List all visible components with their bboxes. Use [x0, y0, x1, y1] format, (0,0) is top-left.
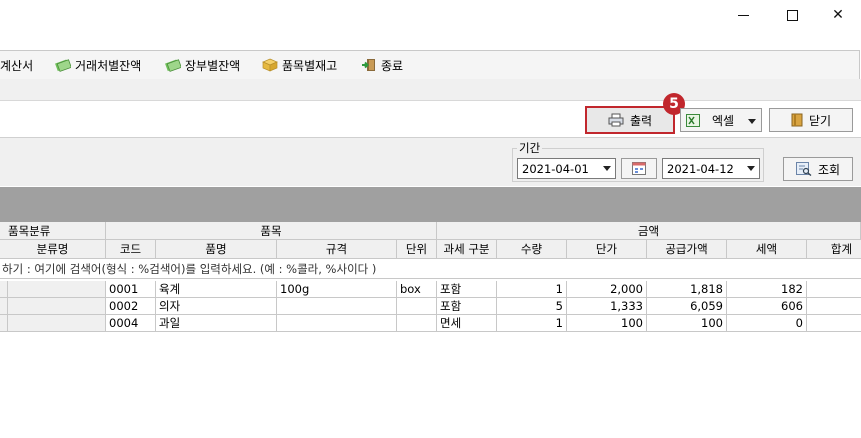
column-header-spec[interactable]: 규격 [277, 240, 397, 259]
menu-item-ledger-balance[interactable]: 장부별잔액 [165, 51, 240, 79]
filter-hint: 하기 : 여기에 검색어(형식 : %검색어)를 입력하세요. (예 : %콜라… [2, 261, 377, 276]
menu-spacer [0, 79, 861, 101]
cell-total[interactable] [807, 315, 861, 332]
cell-tax[interactable]: 면세 [437, 315, 497, 332]
cell-qty[interactable]: 1 [497, 315, 567, 332]
money-icon [55, 59, 71, 72]
column-header-category-name[interactable]: 분류명 [0, 240, 106, 259]
excel-button[interactable]: 엑셀 [680, 108, 762, 132]
minimize-button[interactable] [720, 0, 766, 30]
cell-name[interactable]: 과일 [156, 315, 277, 332]
header-item-group: 품목 [106, 222, 437, 240]
cell-qty[interactable]: 5 [497, 298, 567, 315]
cell-supply[interactable]: 1,818 [647, 281, 727, 298]
column-header-supply[interactable]: 공급가액 [647, 240, 727, 259]
column-header-unit[interactable]: 단위 [397, 240, 437, 259]
menu-item-item-stock[interactable]: 품목별재고 [262, 51, 337, 79]
cell-price[interactable]: 2,000 [567, 281, 647, 298]
chevron-down-icon [747, 166, 755, 171]
cell-price[interactable]: 1,333 [567, 298, 647, 315]
cell-category[interactable] [8, 281, 106, 298]
menu-bar: 계산서 거래처별잔액 장부별잔액 품목별재고 종료 [0, 50, 860, 80]
chevron-down-icon [603, 166, 611, 171]
cell-spec[interactable] [277, 298, 397, 315]
cell-code[interactable]: 0004 [106, 315, 156, 332]
menu-item-client-balance[interactable]: 거래처별잔액 [55, 51, 141, 79]
menu-item-invoice[interactable]: 계산서 [0, 51, 33, 79]
cell-code[interactable]: 0002 [106, 298, 156, 315]
cell-name[interactable]: 육계 [156, 281, 277, 298]
calendar-button[interactable] [621, 158, 657, 179]
cell-vat[interactable]: 0 [727, 315, 807, 332]
cell-supply[interactable]: 100 [647, 315, 727, 332]
cell-price[interactable]: 100 [567, 315, 647, 332]
cell-qty[interactable]: 1 [497, 281, 567, 298]
period-label: 기간 [517, 140, 543, 156]
cell-name[interactable]: 의자 [156, 298, 277, 315]
chevron-down-icon [748, 119, 756, 124]
end-date-select[interactable]: 2021-04-12 [662, 158, 760, 179]
close-window-button[interactable]: ✕ [815, 0, 861, 30]
cell-total[interactable] [807, 281, 861, 298]
column-header-name[interactable]: 품명 [156, 240, 277, 259]
cell-vat[interactable]: 182 [727, 281, 807, 298]
search-button[interactable]: 조회 [783, 157, 853, 181]
money-icon [165, 59, 181, 72]
box-icon [262, 58, 278, 72]
minimize-icon [737, 14, 749, 16]
column-header-qty[interactable]: 수량 [497, 240, 567, 259]
exit-icon [362, 59, 375, 71]
cell-total[interactable] [807, 298, 861, 315]
printer-icon [608, 113, 624, 127]
search-icon [795, 162, 812, 176]
column-header-price[interactable]: 단가 [567, 240, 647, 259]
start-date-select[interactable]: 2021-04-01 [517, 158, 616, 179]
cell-unit[interactable] [397, 298, 437, 315]
table-row[interactable]: 0002 의자 포함 5 1,333 6,059 606 [0, 298, 861, 315]
header-category-group: 품목분류 [0, 222, 106, 240]
table-row[interactable]: 0004 과일 면세 1 100 100 0 [0, 315, 861, 332]
row-indicator[interactable] [0, 315, 8, 332]
cell-tax[interactable]: 포함 [437, 298, 497, 315]
calendar-icon [632, 162, 646, 175]
header-amount-group: 금액 [437, 222, 861, 240]
column-header-vat[interactable]: 세액 [727, 240, 807, 259]
row-indicator[interactable] [0, 298, 8, 315]
row-indicator[interactable] [0, 281, 8, 298]
maximize-button[interactable] [769, 0, 815, 30]
cell-code[interactable]: 0001 [106, 281, 156, 298]
cell-unit[interactable]: box [397, 281, 437, 298]
filter-row[interactable]: 하기 : 여기에 검색어(형식 : %검색어)를 입력하세요. (예 : %콜라… [0, 259, 861, 279]
cell-unit[interactable] [397, 315, 437, 332]
book-icon [791, 113, 803, 127]
excel-icon [686, 113, 700, 127]
cell-supply[interactable]: 6,059 [647, 298, 727, 315]
print-button[interactable]: 출력 [585, 106, 675, 134]
cell-category[interactable] [8, 315, 106, 332]
menu-item-exit[interactable]: 종료 [361, 51, 403, 79]
column-header-tax[interactable]: 과세 구분 [437, 240, 497, 259]
group-by-panel [0, 187, 861, 222]
cell-vat[interactable]: 606 [727, 298, 807, 315]
maximize-icon [786, 9, 798, 21]
cell-spec[interactable]: 100g [277, 281, 397, 298]
table-row[interactable]: 0001 육계 100g box 포함 1 2,000 1,818 182 [0, 281, 861, 298]
column-header-total[interactable]: 합계 [807, 240, 861, 259]
close-button[interactable]: 닫기 [769, 108, 853, 132]
close-icon: ✕ [832, 7, 844, 23]
column-header-code[interactable]: 코드 [106, 240, 156, 259]
cell-tax[interactable]: 포함 [437, 281, 497, 298]
cell-spec[interactable] [277, 315, 397, 332]
cell-category[interactable] [8, 298, 106, 315]
